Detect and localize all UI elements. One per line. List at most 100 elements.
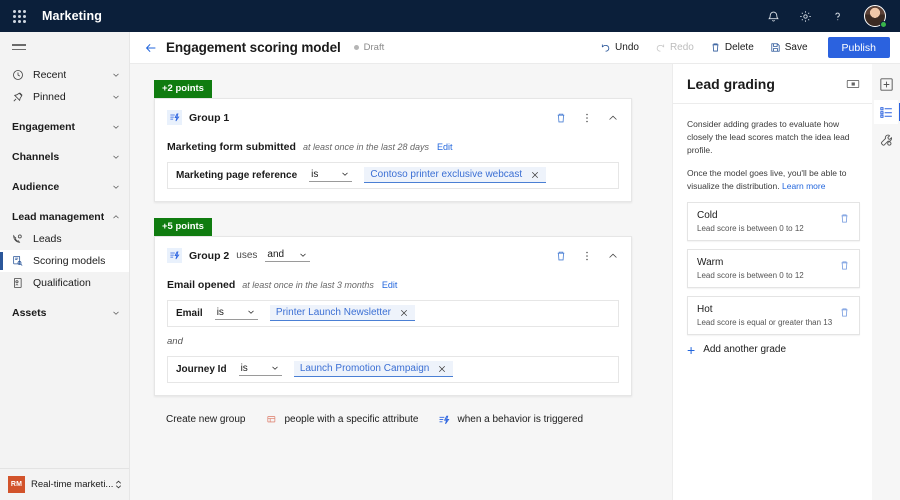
sidebar-item-label: Scoring models [33,255,106,267]
save-label: Save [784,42,808,53]
chevron-down-icon[interactable] [111,70,121,80]
sidebar-item-pinned[interactable]: Pinned [0,86,129,108]
group-operator-select[interactable]: and [265,249,311,263]
group-actions [555,250,619,262]
chevron-down-icon[interactable] [111,308,121,318]
chevron-down-icon[interactable] [111,92,121,102]
condition-value-chip[interactable]: Contoso printer exclusive webcast [364,167,547,184]
app-launcher-icon[interactable] [8,5,30,27]
sidebar-item-qualification[interactable]: Qualification [0,272,129,294]
chevron-down-icon[interactable] [111,182,121,192]
grade-description: Lead score is between 0 to 12 [697,270,804,280]
panel-header: Lead grading [673,64,872,104]
delete-group-icon[interactable] [555,250,567,262]
command-actions: Undo Redo Delete Save Publish [594,37,890,58]
sidebar-item-recent[interactable]: Recent [0,64,129,86]
sidebar-section-lead-management[interactable]: Lead management [0,206,129,228]
hamburger-menu-icon[interactable] [0,32,129,62]
behavior-trigger-icon [167,248,182,264]
group-more-options-icon[interactable] [581,250,593,262]
group-name: Group 2 [189,249,230,262]
sidebar-section-label: Assets [12,307,47,319]
back-arrow-icon[interactable] [144,41,158,55]
sidebar-item-scoring-models[interactable]: Scoring models [0,250,129,272]
sidebar-nav: Recent Pinned Engagement Channels Audien… [0,62,129,468]
chevron-down-icon[interactable] [111,122,121,132]
main-region: Engagement scoring model Draft Undo Redo… [130,32,900,500]
sidebar-item-label: Recent [33,69,67,81]
chevron-down-icon [246,307,256,317]
environment-name: Real-time marketi... [31,479,114,490]
sidebar-section-engagement[interactable]: Engagement [0,116,129,138]
delete-button[interactable]: Delete [704,39,760,56]
add-another-grade-button[interactable]: + Add another grade [687,343,860,357]
delete-grade-icon[interactable] [839,210,850,224]
condition-value-chip[interactable]: Printer Launch Newsletter [269,305,415,322]
topbar-icon-group [764,5,890,28]
sidebar-item-leads[interactable]: Leads [0,228,129,250]
condition-value-chip[interactable]: Launch Promotion Campaign [293,361,454,378]
remove-value-icon[interactable] [437,364,447,374]
environment-badge: RM [8,476,25,493]
grade-card[interactable]: Cold Lead score is between 0 to 12 [687,201,860,241]
canvas-area: +2 points Group 1 Marketing form submitt… [130,64,900,500]
delete-grade-icon[interactable] [839,304,850,318]
sidebar-section-assets[interactable]: Assets [0,302,129,324]
learn-more-link[interactable]: Learn more [782,181,825,191]
chevron-down-icon [298,250,308,260]
model-settings-icon[interactable] [874,128,898,152]
condition-value: Contoso printer exclusive webcast [370,169,523,181]
add-panel-icon[interactable] [874,72,898,96]
condition-row: Marketing page reference is Contoso prin… [167,161,619,189]
notifications-icon[interactable] [764,7,782,25]
grade-text: Cold Lead score is between 0 to 12 [697,210,839,233]
condition-row: Journey Id is Launch Promotion Campaign [167,355,619,383]
condition-operator-select[interactable]: is [238,363,282,376]
grade-card[interactable]: Hot Lead score is equal or greater than … [687,295,860,335]
create-behavior-group-button[interactable]: when a behavior is triggered [438,414,583,426]
user-avatar[interactable] [864,5,887,28]
group-list: +2 points Group 1 Marketing form submitt… [154,78,632,426]
condition-operator-select[interactable]: is [214,307,258,320]
lead-grading-list-icon[interactable] [874,100,900,124]
sidebar-section-channels[interactable]: Channels [0,146,129,168]
publish-button[interactable]: Publish [827,37,890,58]
help-icon[interactable] [828,7,846,25]
delete-group-icon[interactable] [555,112,567,124]
collapse-group-icon[interactable] [607,250,619,262]
chevron-down-icon [270,363,280,373]
add-grade-label: Add another grade [703,344,787,356]
condition-field: Marketing page reference [176,169,298,181]
environment-switch-icon[interactable] [114,479,123,490]
grade-card[interactable]: Warm Lead score is between 0 to 12 [687,248,860,288]
save-button[interactable]: Save [764,39,814,56]
qualification-icon [12,277,27,289]
grade-name: Warm [697,256,724,268]
chevron-up-icon[interactable] [111,212,121,222]
remove-value-icon[interactable] [530,170,540,180]
app-root: Marketing Recent Pinned Engagement Chann… [0,0,900,500]
collapse-panel-icon[interactable] [846,78,860,90]
edit-trigger-link[interactable]: Edit [437,142,453,152]
grade-name: Hot [697,303,713,315]
create-attribute-group-button[interactable]: people with a specific attribute [266,414,418,426]
remove-value-icon[interactable] [399,308,409,318]
environment-switcher[interactable]: RM Real-time marketi... [0,468,129,500]
condition-operator-select[interactable]: is [309,169,353,182]
attribute-group-icon [266,414,278,426]
grade-description: Lead score is between 0 to 12 [697,223,804,233]
edit-trigger-link[interactable]: Edit [382,280,398,290]
presence-badge [880,21,887,28]
delete-grade-icon[interactable] [839,257,850,271]
group-more-options-icon[interactable] [581,112,593,124]
chevron-down-icon[interactable] [111,152,121,162]
lead-grading-panel: Lead grading Consider adding grades to e… [672,64,872,500]
undo-button[interactable]: Undo [594,39,645,56]
sidebar-section-audience[interactable]: Audience [0,176,129,198]
settings-icon[interactable] [796,7,814,25]
group-block: +2 points Group 1 Marketing form submitt… [154,78,632,202]
collapse-group-icon[interactable] [607,112,619,124]
redo-button[interactable]: Redo [649,39,700,56]
